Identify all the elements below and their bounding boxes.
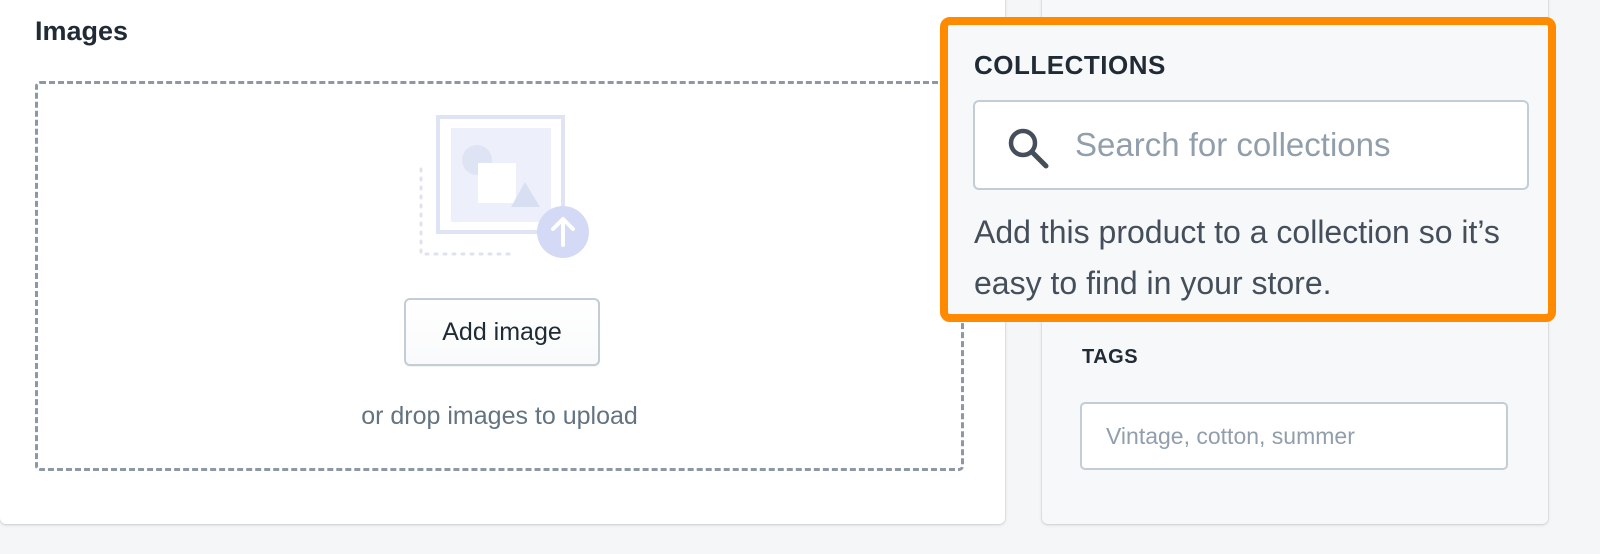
images-card: Images Add image or drop images to uploa… — [0, 0, 1005, 524]
search-icon — [1008, 128, 1049, 169]
tags-input[interactable] — [1080, 402, 1508, 470]
image-dropzone[interactable]: Add image or drop images to upload — [35, 81, 964, 471]
drop-hint-text: or drop images to upload — [361, 402, 638, 430]
collections-highlight: COLLECTIONS Add this product to a collec… — [940, 17, 1556, 322]
add-image-button[interactable]: Add image — [404, 298, 600, 366]
collections-search-input[interactable] — [1075, 102, 1515, 188]
collections-help-text: Add this product to a collection so it’s… — [974, 214, 1500, 301]
tags-label: TAGS — [1082, 346, 1139, 368]
images-title: Images — [35, 16, 129, 46]
collections-search-box[interactable] — [973, 100, 1529, 190]
image-placeholder-icon — [419, 115, 589, 258]
collections-title: COLLECTIONS — [974, 50, 1166, 80]
product-page-section: Images Add image or drop images to uploa… — [0, 0, 1600, 554]
